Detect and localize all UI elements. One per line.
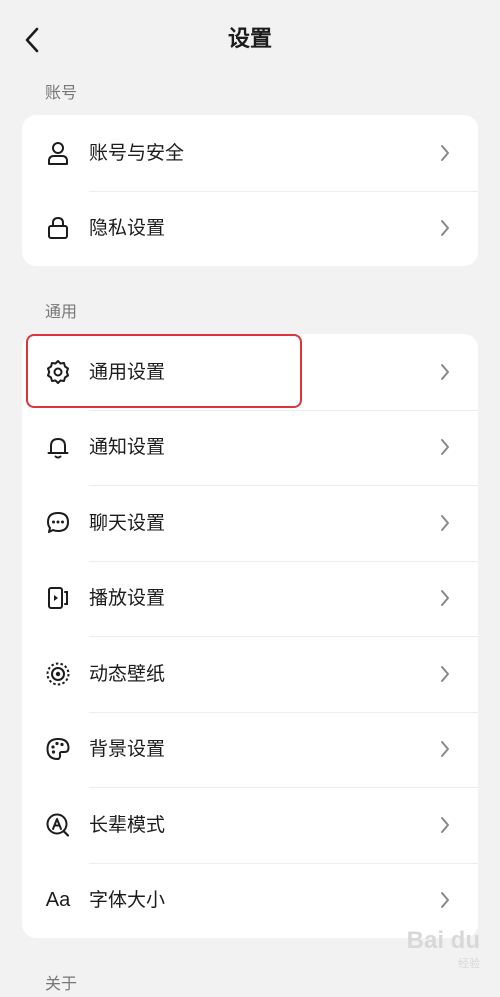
header: 设置 [0,0,500,80]
gear-icon [44,358,72,386]
account-card: 账号与安全 隐私设置 [22,115,478,266]
user-icon [44,139,72,167]
chat-bubble-icon [44,509,72,537]
chevron-right-icon [438,143,452,163]
live-wallpaper-icon [44,660,72,688]
settings-item-general[interactable]: 通用设置 [22,334,478,410]
settings-item-label: 动态壁纸 [89,662,166,685]
font-size-icon: Aa [45,888,71,911]
play-screen-icon [44,584,72,612]
settings-item-account-security[interactable]: 账号与安全 [22,115,478,191]
elder-mode-icon [44,811,72,839]
settings-item-label: 聊天设置 [89,511,166,534]
bell-icon [44,433,72,461]
chevron-right-icon [438,437,452,457]
chevron-right-icon [438,218,452,238]
settings-item-live-wallpaper[interactable]: 动态壁纸 [22,636,478,712]
chevron-right-icon [438,815,452,835]
lock-icon [44,214,72,242]
section-label-about: 关于 [45,974,78,993]
settings-item-label: 播放设置 [89,587,166,610]
general-card: 通用设置 通知设置 聊天设置 播放设置 动态壁纸 背景设置 长辈模式 Aa 字体… [22,334,478,938]
chevron-right-icon [438,513,452,533]
chevron-right-icon [438,664,452,684]
settings-item-notification[interactable]: 通知设置 [22,409,478,486]
settings-item-playback[interactable]: 播放设置 [22,560,478,637]
settings-item-elder-mode[interactable]: 长辈模式 [22,787,478,863]
settings-item-label: 通知设置 [89,436,166,459]
watermark-text: Bai du [406,927,480,954]
chevron-right-icon [438,362,452,382]
settings-item-chat[interactable]: 聊天设置 [22,485,478,561]
settings-item-label: 账号与安全 [89,141,185,164]
settings-item-label: 隐私设置 [89,217,166,240]
watermark-subtext: 经验 [458,958,480,970]
page-title: 设置 [227,27,272,52]
watermark-logo: Bai du 经验 [407,927,480,971]
section-label-account: 账号 [45,83,78,102]
settings-item-background[interactable]: 背景设置 [22,711,478,788]
settings-item-privacy[interactable]: 隐私设置 [22,190,478,267]
settings-item-label: 长辈模式 [89,813,166,836]
settings-item-label: 背景设置 [89,738,166,761]
palette-icon [44,735,72,763]
settings-item-label: 字体大小 [89,889,166,912]
chevron-right-icon [438,588,452,608]
chevron-right-icon [438,739,452,759]
section-label-general: 通用 [45,302,78,321]
settings-item-label: 通用设置 [89,360,166,383]
chevron-right-icon [438,890,452,910]
